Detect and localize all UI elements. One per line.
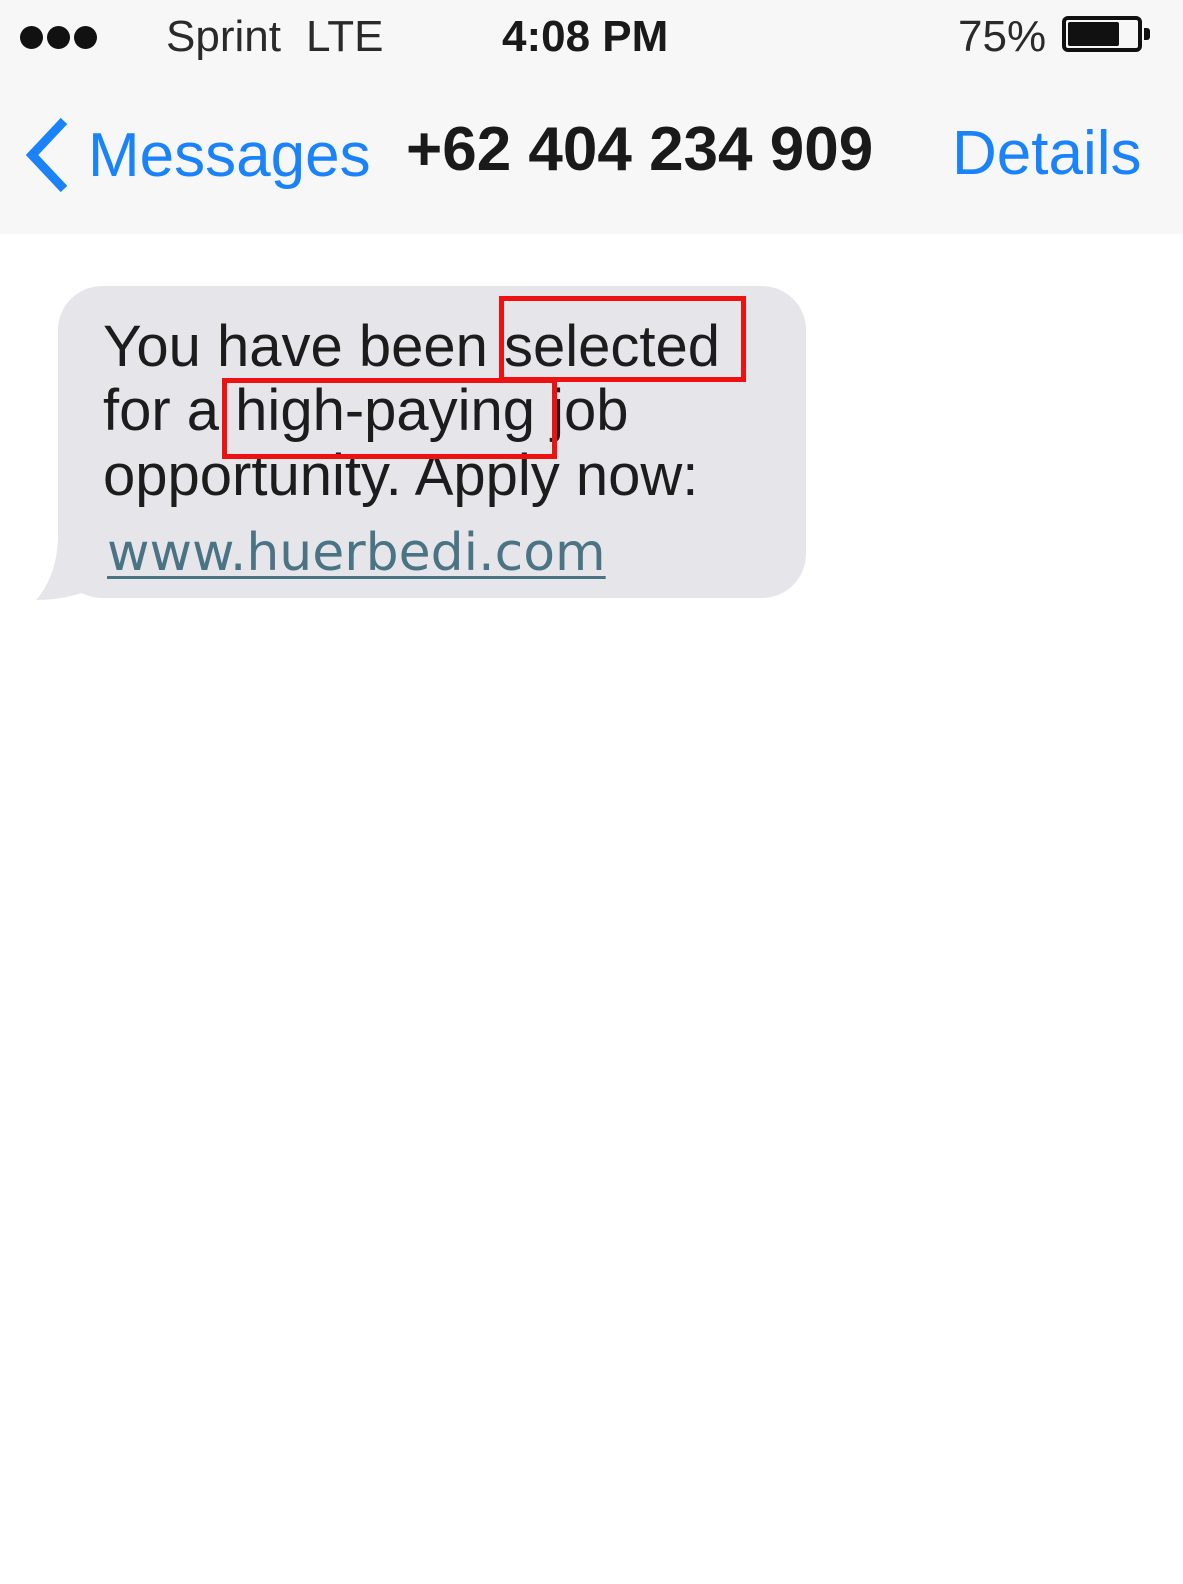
back-button-label: Messages [88, 120, 371, 190]
message-link[interactable]: www.huerbedi.com [107, 527, 606, 579]
battery-percent: 75% [958, 12, 1047, 61]
status-time: 4:08 PM [502, 12, 669, 61]
navigation-bar: Messages +62 404 234 909 Details [0, 78, 1183, 234]
battery-icon [1062, 16, 1150, 52]
signal-dot [47, 26, 70, 49]
highlight-box-selected [499, 296, 746, 382]
conversation-title: +62 404 234 909 [406, 115, 874, 184]
signal-dot [74, 26, 97, 49]
conversation-area: You have been selected for a high-paying… [0, 234, 1183, 1584]
phone-screen: Sprint LTE 4:08 PM 75% Messages +62 404 … [0, 0, 1183, 1584]
details-button[interactable]: Details [952, 118, 1142, 189]
back-to-messages-button[interactable]: Messages [22, 110, 371, 200]
signal-dot [20, 26, 43, 49]
chevron-left-icon [25, 117, 68, 193]
network-type: LTE [306, 12, 384, 61]
status-bar: Sprint LTE 4:08 PM 75% [0, 0, 1183, 78]
battery-nub [1144, 28, 1150, 40]
carrier-name: Sprint [166, 12, 281, 61]
battery-fill [1068, 22, 1119, 46]
highlight-box-high-paying [222, 378, 557, 459]
signal-strength-icon [20, 26, 97, 49]
